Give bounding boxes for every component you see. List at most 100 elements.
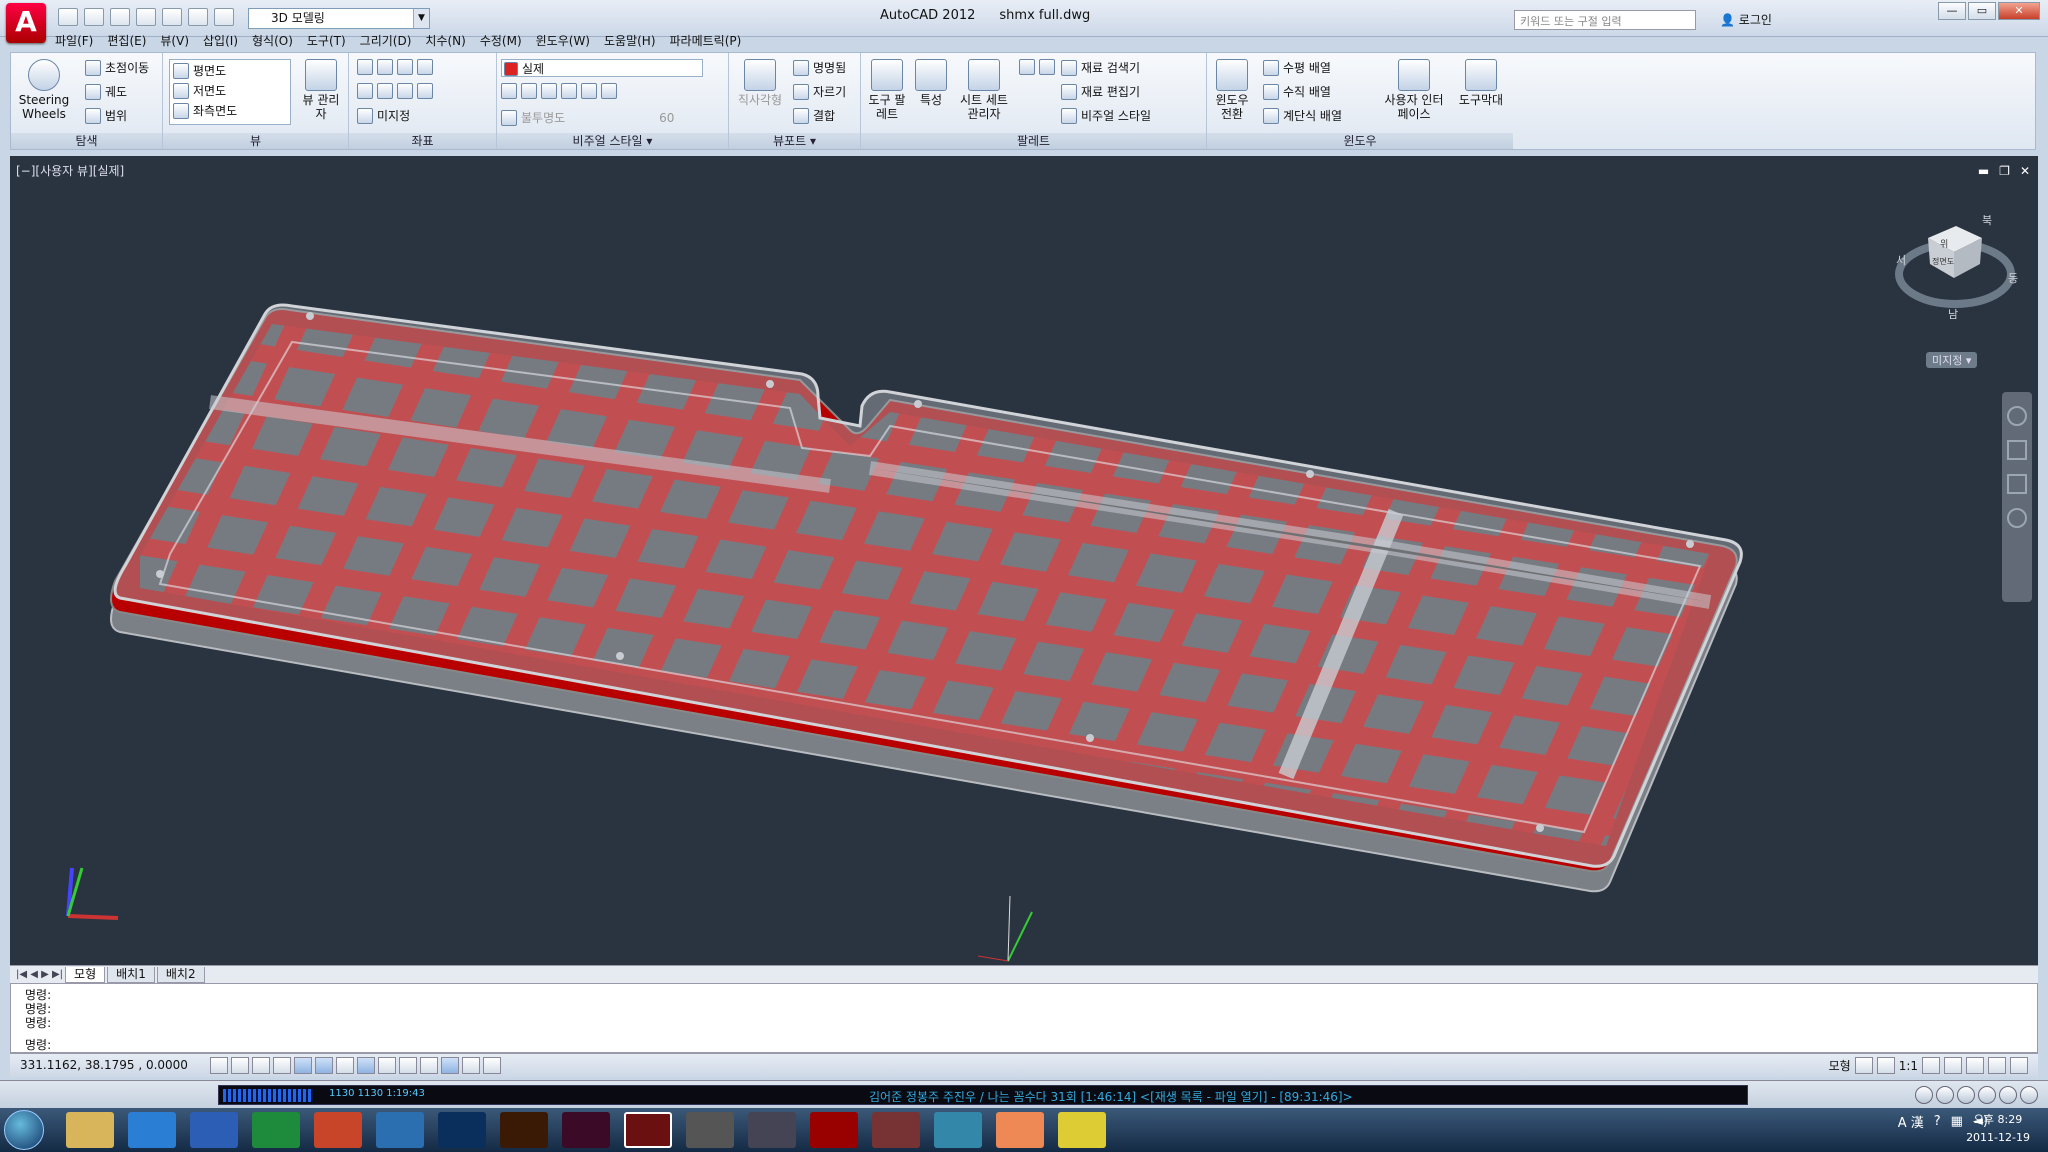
photoshop-icon[interactable]: [438, 1112, 486, 1148]
menu-draw[interactable]: 그리기(D): [353, 32, 419, 49]
tile-horizontal-button[interactable]: 수평 배열: [1263, 59, 1331, 76]
annotation-visibility-icon[interactable]: [1922, 1057, 1940, 1074]
print-icon[interactable]: [162, 8, 182, 26]
start-button[interactable]: [4, 1110, 44, 1150]
close-button[interactable]: ✕: [1998, 2, 2040, 20]
osnap-icon[interactable]: [315, 1057, 333, 1074]
menu-window[interactable]: 윈도우(W): [529, 32, 597, 49]
undo-icon[interactable]: [188, 8, 208, 26]
tab-model[interactable]: 모형: [65, 966, 106, 983]
sheetset-button[interactable]: 시트 세트 관리자: [953, 59, 1015, 121]
view-manager-button[interactable]: 뷰 관리자: [299, 59, 343, 121]
messenger-icon[interactable]: [996, 1112, 1044, 1148]
3dosnap-icon[interactable]: [336, 1057, 354, 1074]
panel-title-visual-styles[interactable]: 비주얼 스타일 ▾: [497, 133, 728, 149]
acrobat-icon[interactable]: [314, 1112, 362, 1148]
grid-icon[interactable]: [252, 1057, 270, 1074]
excel-icon[interactable]: [252, 1112, 300, 1148]
infer-icon[interactable]: [210, 1057, 228, 1074]
menu-edit[interactable]: 편집(E): [100, 32, 153, 49]
menu-tools[interactable]: 도구(T): [300, 32, 353, 49]
nav-orbit-icon[interactable]: [2007, 508, 2027, 528]
navigation-bar[interactable]: [2002, 392, 2032, 602]
visual-style-dropdown[interactable]: 실제: [501, 59, 703, 77]
previous-icon[interactable]: [1915, 1086, 1933, 1104]
clip-viewport-button[interactable]: 자르기: [793, 83, 846, 100]
internet-explorer-icon[interactable]: [128, 1112, 176, 1148]
restore-button[interactable]: ▭: [1968, 2, 1996, 20]
coordinates-readout[interactable]: 331.1162, 38.1795 , 0.0000: [20, 1058, 188, 1072]
pan-button[interactable]: 초점이동: [85, 59, 149, 76]
transparency-icon[interactable]: [441, 1057, 459, 1074]
menu-dimension[interactable]: 치수(N): [418, 32, 472, 49]
quick-view-icon[interactable]: [1876, 1057, 1895, 1074]
quick-props-icon[interactable]: [462, 1057, 480, 1074]
material-editor-button[interactable]: 재료 편집기: [1061, 83, 1140, 100]
open-icon[interactable]: [2020, 1086, 2038, 1104]
language-indicator[interactable]: A 漢: [1898, 1112, 1924, 1131]
properties-button[interactable]: 특성: [913, 59, 949, 107]
new-icon[interactable]: [58, 8, 78, 26]
ucs-menu[interactable]: 미지정 ▾: [1926, 352, 1978, 368]
clock[interactable]: 오후 8:29 2011-12-19: [1966, 1111, 2030, 1147]
join-viewport-button[interactable]: 결합: [793, 107, 835, 124]
menu-insert[interactable]: 삽입(I): [196, 32, 245, 49]
named-viewport-button[interactable]: 명명됨: [793, 59, 846, 76]
tab-layout2[interactable]: 배치2: [156, 966, 205, 983]
clean-screen-icon[interactable]: [2010, 1057, 2028, 1074]
play-icon[interactable]: [1978, 1086, 1996, 1104]
viewcube[interactable]: 위 정면도 서 동 남 북: [1890, 212, 2020, 322]
nav-zoom-icon[interactable]: [2007, 474, 2027, 494]
model-toggle[interactable]: 모형: [1829, 1057, 1851, 1074]
minimize-button[interactable]: —: [1938, 2, 1966, 20]
visual-styles-button[interactable]: 비주얼 스타일: [1061, 107, 1151, 124]
isolate-icon[interactable]: [1988, 1057, 2006, 1074]
command-window[interactable]: 명령: 명령: 명령: 명령:: [10, 983, 2038, 1053]
menu-format[interactable]: 형식(O): [245, 32, 300, 49]
dyn-icon[interactable]: [399, 1057, 417, 1074]
ortho-icon[interactable]: [273, 1057, 291, 1074]
illustrator-icon[interactable]: [500, 1112, 548, 1148]
word-icon[interactable]: [190, 1112, 238, 1148]
visual-style-tools[interactable]: [501, 83, 617, 99]
palette-small-tools[interactable]: [1019, 59, 1055, 75]
rect-viewport-button[interactable]: 직사각형: [735, 59, 785, 107]
explorer-icon[interactable]: [66, 1112, 114, 1148]
menu-parametric[interactable]: 파라메트릭(P): [663, 32, 749, 49]
saveas-icon[interactable]: [136, 8, 156, 26]
polar-icon[interactable]: [294, 1057, 312, 1074]
panel-title-viewports[interactable]: 뷰포트 ▾: [729, 133, 860, 149]
menu-file[interactable]: 파일(F): [48, 32, 100, 49]
cascade-button[interactable]: 계단식 배열: [1263, 107, 1342, 124]
tile-vertical-button[interactable]: 수직 배열: [1263, 83, 1331, 100]
indesign-icon[interactable]: [562, 1112, 610, 1148]
views-list[interactable]: 평면도 저면도 좌측면도: [169, 59, 291, 125]
nav-wheel-icon[interactable]: [2007, 406, 2027, 426]
menu-view[interactable]: 뷰(V): [153, 32, 196, 49]
stop-icon[interactable]: [1936, 1086, 1954, 1104]
autocad-taskbar-icon[interactable]: [624, 1112, 672, 1148]
lineweight-icon[interactable]: [420, 1057, 438, 1074]
network-app-icon[interactable]: [934, 1112, 982, 1148]
open-icon[interactable]: [84, 8, 104, 26]
paint-icon[interactable]: [376, 1112, 424, 1148]
diablo-icon[interactable]: [810, 1112, 858, 1148]
orbit-button[interactable]: 궤도: [85, 83, 127, 100]
game-icon[interactable]: [748, 1112, 796, 1148]
steering-wheels-button[interactable]: Steering Wheels: [17, 59, 71, 121]
tab-layout1[interactable]: 배치1: [107, 966, 155, 983]
otrack-icon[interactable]: [357, 1057, 375, 1074]
selection-cycle-icon[interactable]: [483, 1057, 501, 1074]
redo-icon[interactable]: [214, 8, 234, 26]
starcraft-icon[interactable]: [686, 1112, 734, 1148]
material-browser-button[interactable]: 재료 검색기: [1061, 59, 1140, 76]
lock-icon[interactable]: [1966, 1057, 1984, 1074]
search-input[interactable]: 키워드 또는 구절 입력: [1514, 10, 1696, 30]
network-icon[interactable]: ▦: [1951, 1114, 1963, 1129]
annotation-scale[interactable]: 1:1: [1899, 1059, 1918, 1073]
ucs-button[interactable]: [357, 59, 433, 75]
command-prompt[interactable]: 명령:: [25, 1036, 51, 1053]
game2-icon[interactable]: [872, 1112, 920, 1148]
ucs-tools[interactable]: [357, 83, 433, 99]
pause-icon[interactable]: [1957, 1086, 1975, 1104]
